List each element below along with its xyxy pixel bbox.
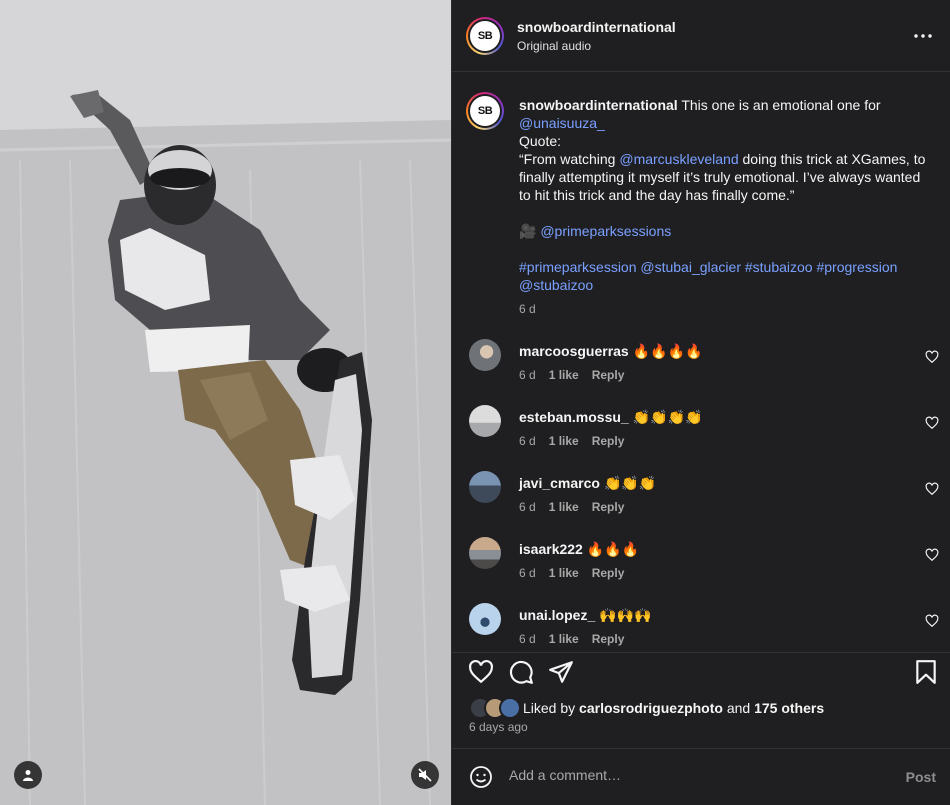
comment-bubble-icon[interactable] <box>508 659 534 685</box>
commenter-avatar[interactable] <box>469 471 501 503</box>
comment-age: 6 d <box>519 434 536 448</box>
commenter-username[interactable]: esteban.mossu_ <box>519 409 629 425</box>
reply-button[interactable]: Reply <box>592 368 625 382</box>
heart-icon[interactable] <box>925 482 939 496</box>
save-bookmark-icon[interactable] <box>913 659 939 685</box>
reply-button[interactable]: Reply <box>592 632 625 646</box>
post-comment-button[interactable]: Post <box>906 769 936 785</box>
snowboarder-video-frame <box>0 0 451 805</box>
avatar-logo-text: SB <box>470 21 500 51</box>
comment-text: 🔥🔥🔥 <box>586 541 640 557</box>
author-username[interactable]: snowboardinternational <box>517 19 676 35</box>
share-plane-icon[interactable] <box>548 659 574 685</box>
comment-input[interactable] <box>509 767 889 783</box>
comment-text: 🔥🔥🔥🔥 <box>632 343 703 359</box>
commenter-avatar[interactable] <box>469 603 501 635</box>
comment-item: marcoosguerras 🔥🔥🔥🔥 6 d 1 like Reply <box>452 339 950 399</box>
caption-age: 6 d <box>519 302 536 316</box>
comment-likes[interactable]: 1 like <box>549 434 579 448</box>
likes-and: and <box>726 700 751 716</box>
heart-icon[interactable] <box>925 416 939 430</box>
comment-text: 👏👏👏👏 <box>632 409 703 425</box>
heart-icon[interactable] <box>925 350 939 364</box>
action-bar <box>452 652 950 688</box>
camera-emoji: 🎥 <box>519 223 537 239</box>
emoji-picker-icon[interactable] <box>469 765 493 789</box>
reply-button[interactable]: Reply <box>592 500 625 514</box>
heart-icon[interactable] <box>925 548 939 562</box>
user-icon <box>23 770 33 781</box>
comment-composer: Post <box>452 748 950 805</box>
liker-username[interactable]: carlosrodriguezphoto <box>579 700 723 716</box>
hashtags[interactable]: #primeparksession @stubai_glacier #stuba… <box>519 258 934 294</box>
comment-item: javi_cmarco 👏👏👏 6 d 1 like Reply <box>452 471 950 531</box>
mention-link[interactable]: @primeparksessions <box>540 223 671 239</box>
more-dots-icon <box>914 34 932 38</box>
comment-text: 👏👏👏 <box>603 475 657 491</box>
comment-likes[interactable]: 1 like <box>549 566 579 580</box>
caption-intro: This one is an emotional one for <box>681 97 881 113</box>
quote-label: Quote: <box>519 133 562 149</box>
comment-text: 🙌🙌🙌 <box>599 607 652 623</box>
mention-link[interactable]: @unaisuuza_ <box>519 115 605 131</box>
post-header: SB snowboardinternational Original audio <box>452 0 950 72</box>
like-heart-icon[interactable] <box>468 659 494 685</box>
audio-label[interactable]: Original audio <box>517 39 591 53</box>
caption-author-avatar[interactable]: SB <box>466 92 504 130</box>
commenter-username[interactable]: javi_cmarco <box>519 475 600 491</box>
avatar-logo-text: SB <box>470 96 500 126</box>
commenter-avatar[interactable] <box>469 339 501 371</box>
commenter-avatar[interactable] <box>469 405 501 437</box>
comment-age: 6 d <box>519 368 536 382</box>
commenter-username[interactable]: marcoosguerras <box>519 343 629 359</box>
comment-item: isaark222 🔥🔥🔥 6 d 1 like Reply <box>452 537 950 597</box>
comment-item: esteban.mossu_ 👏👏👏👏 6 d 1 like Reply <box>452 405 950 465</box>
likes-prefix: Liked by <box>523 700 576 716</box>
likes-summary: Liked by carlosrodriguezphoto and 175 ot… <box>469 697 824 719</box>
likes-others-count[interactable]: 175 others <box>754 700 824 716</box>
reply-button[interactable]: Reply <box>592 566 625 580</box>
comment-likes[interactable]: 1 like <box>549 500 579 514</box>
post-caption: snowboardinternational This one is an em… <box>519 96 934 318</box>
comment-age: 6 d <box>519 632 536 646</box>
heart-icon[interactable] <box>925 614 939 628</box>
quote-open: “From watching <box>519 151 616 167</box>
mention-link[interactable]: @marcuskleveland <box>619 151 738 167</box>
caption-username[interactable]: snowboardinternational <box>519 97 678 113</box>
comment-age: 6 d <box>519 566 536 580</box>
post-video[interactable] <box>0 0 451 805</box>
author-avatar[interactable]: SB <box>466 17 504 55</box>
reply-button[interactable]: Reply <box>592 434 625 448</box>
post-date: 6 days ago <box>469 720 528 734</box>
post-side-panel: SB snowboardinternational Original audio… <box>451 0 950 805</box>
comment-likes[interactable]: 1 like <box>549 632 579 646</box>
more-options-button[interactable] <box>911 26 935 46</box>
commenter-avatar[interactable] <box>469 537 501 569</box>
comment-likes[interactable]: 1 like <box>549 368 579 382</box>
commenter-username[interactable]: isaark222 <box>519 541 583 557</box>
tagged-users-button[interactable] <box>14 761 42 789</box>
muted-speaker-icon <box>418 768 432 782</box>
comment-age: 6 d <box>519 500 536 514</box>
mute-toggle-button[interactable] <box>411 761 439 789</box>
commenter-username[interactable]: unai.lopez_ <box>519 607 595 623</box>
liker-avatars[interactable] <box>469 697 521 719</box>
